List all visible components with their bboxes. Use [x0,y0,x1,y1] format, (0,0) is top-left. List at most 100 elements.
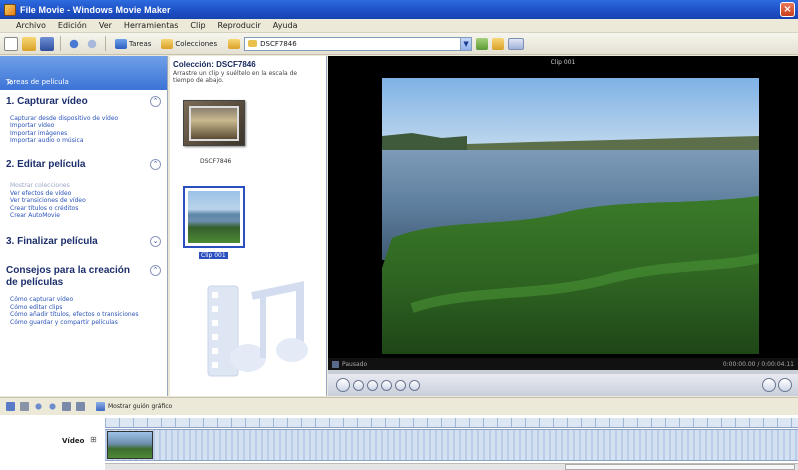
collection-folder-icon [228,38,241,49]
scrollbar-thumb[interactable] [565,464,795,470]
collection-title: Colección: DSCF7846 [173,60,256,69]
timeline-scrollbar[interactable] [105,463,798,470]
new-collection-icon[interactable] [492,37,505,50]
new-project-icon[interactable] [4,36,18,51]
clip-thumbnail[interactable] [183,100,245,146]
save-project-icon[interactable] [40,36,54,51]
tasks-button[interactable]: Tareas [112,38,154,50]
section-tips: Consejos para la creación de películas ⌃… [0,259,167,328]
clip-label-selected: Clip 001 [199,252,228,259]
link-import-images[interactable]: Importar imágenes [10,130,161,138]
link-import-video[interactable]: Importar vídeo [10,122,161,130]
link-import-audio[interactable]: Importar audio o música [10,137,161,145]
link-video-transitions[interactable]: Ver transiciones de vídeo [10,197,161,205]
link-tip-effects[interactable]: Cómo añadir títulos, efectos o transicio… [10,311,161,319]
section-finish: 3. Finalizar película ⌄ [0,230,167,250]
link-capture-device[interactable]: Capturar desde dispositivo de vídeo [10,115,161,123]
next-frame-icon[interactable] [381,379,392,391]
playback-status: Pausado [342,360,368,368]
section-title: 3. Finalizar película [6,235,98,247]
previous-frame-icon[interactable] [367,379,378,391]
close-pane-icon[interactable]: × [6,78,161,87]
toolbar-separator [60,36,61,51]
tasks-label: Tareas [129,39,152,48]
timeline-toolbar: Mostrar guión gráfico [0,397,798,415]
up-folder-icon[interactable] [476,37,489,50]
status-icon [332,360,339,368]
collections-button[interactable]: Colecciones [158,38,220,50]
undo-icon[interactable] [67,36,81,51]
link-show-collections[interactable]: Mostrar colecciones [10,182,161,190]
zoom-in-icon[interactable] [34,402,43,411]
folder-icon [248,40,258,47]
clip-thumbnail-selected[interactable] [183,186,245,248]
video-track-label: Vídeo [62,437,85,445]
narrate-icon[interactable] [20,402,29,411]
expand-track-icon[interactable]: ⊞ [90,435,97,444]
zoom-out-icon[interactable] [48,402,57,411]
title-bar: File Movie - Windows Movie Maker × [0,0,798,19]
menu-edicion[interactable]: Edición [52,21,93,30]
section-capture: 1. Capturar vídeo ⌃ Capturar desde dispo… [0,90,167,147]
timeline-clip[interactable] [107,431,153,459]
collections-label: Colecciones [175,39,218,48]
collapse-chevron-icon[interactable]: ⌃ [150,158,161,170]
menu-ver[interactable]: Ver [93,21,118,30]
link-tip-save[interactable]: Cómo guardar y compartir películas [10,319,161,327]
collection-select-value: DSCF7846 [260,39,297,48]
tasks-icon [115,38,127,49]
video-frame [382,78,759,354]
link-titles-credits[interactable]: Crear títulos o créditos [10,205,161,213]
movie-maker-window: File Movie - Windows Movie Maker × Archi… [0,0,798,470]
collection-pane: Colección: DSCF7846 Arrastre un clip y s… [170,56,327,396]
rewind-timeline-icon[interactable] [62,402,71,411]
play-icon[interactable] [336,378,350,392]
preview-monitor: Clip 001 Pausado 0:00:00.00 / 0:00:04.11 [328,56,798,396]
collections-icon [161,38,174,49]
time-ruler[interactable] [105,418,798,428]
menu-ayuda[interactable]: Ayuda [267,21,304,30]
menu-reproducir[interactable]: Reproducir [212,21,267,30]
collapse-chevron-icon[interactable]: ⌃ [150,96,161,107]
expand-chevron-icon[interactable]: ⌄ [150,235,161,247]
playback-time: 0:00:00.00 / 0:00:04.11 [722,360,794,368]
redo-icon[interactable] [85,36,99,51]
show-storyboard-button[interactable]: Mostrar guión gráfico [96,402,172,411]
link-tip-edit[interactable]: Cómo editar clips [10,304,161,312]
fast-forward-icon[interactable] [409,379,420,391]
split-clip-icon[interactable] [762,378,776,392]
collection-select[interactable]: DSCF7846 ▼ [244,36,473,51]
playback-controls [328,374,798,396]
section-title: Consejos para la creación de películas [6,265,130,288]
timeline: Vídeo ⊞ [0,415,798,470]
clip-label: DSCF7846 [200,158,232,165]
menu-clip[interactable]: Clip [184,21,211,30]
menu-archivo[interactable]: Archivo [10,21,52,30]
play-timeline-icon[interactable] [76,402,85,411]
menu-bar: Archivo Edición Ver Herramientas Clip Re… [0,19,798,33]
views-icon[interactable] [508,37,525,50]
collection-description: Arrastre un clip y suéltelo en la escala… [173,70,298,84]
window-title: File Movie - Windows Movie Maker [20,4,171,15]
chevron-down-icon[interactable]: ▼ [460,37,472,50]
storyboard-label: Mostrar guión gráfico [108,403,173,410]
link-video-effects[interactable]: Ver efectos de vídeo [10,190,161,198]
toolbar-separator [105,36,106,51]
section-title: 2. Editar película [6,158,86,170]
open-project-icon[interactable] [22,36,36,51]
music-filmstrip-icon [207,281,308,377]
video-track[interactable] [105,429,798,461]
toolbar: Tareas Colecciones DSCF7846 ▼ [0,33,798,55]
rewind-icon[interactable] [395,379,406,391]
movie-tasks-pane: Tareas de película × 1. Capturar vídeo ⌃… [0,56,168,396]
app-icon [4,3,16,16]
stop-icon[interactable] [353,379,364,391]
link-tip-capture[interactable]: Cómo capturar vídeo [10,296,161,304]
storyboard-icon [96,402,105,411]
link-automovie[interactable]: Crear AutoMovie [10,212,161,220]
menu-herramientas[interactable]: Herramientas [118,21,185,30]
collapse-chevron-icon[interactable]: ⌃ [150,265,161,276]
snapshot-icon[interactable] [778,378,792,392]
set-audio-levels-icon[interactable] [6,402,15,411]
close-button[interactable]: × [780,2,795,17]
